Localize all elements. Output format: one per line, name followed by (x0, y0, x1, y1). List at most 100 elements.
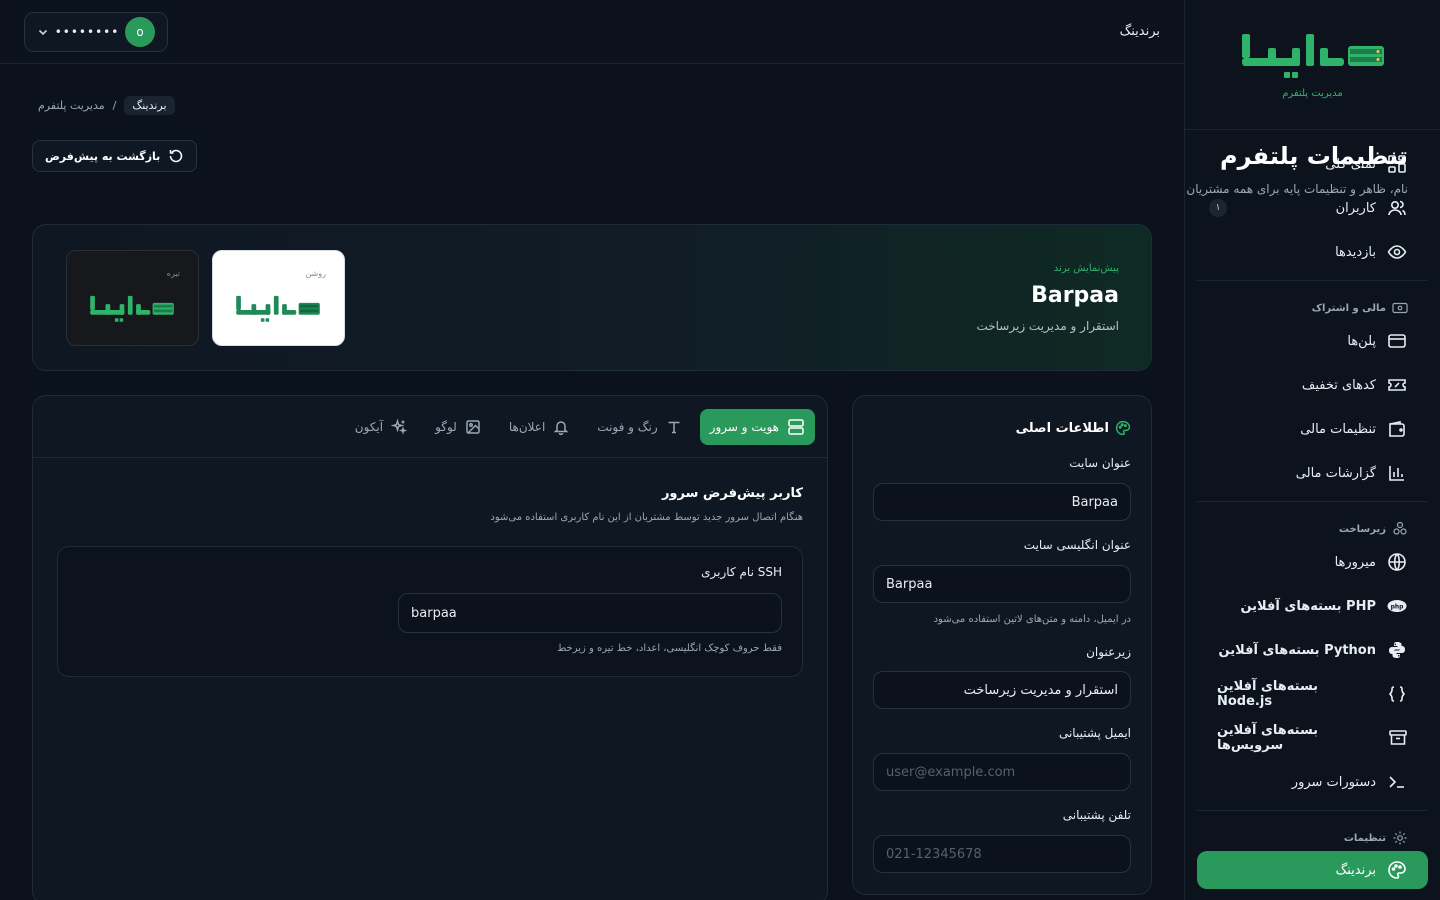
sidebar-item-visits[interactable]: بازدیدها (1197, 230, 1428, 274)
braces-icon (1386, 683, 1408, 705)
sidebar-item-label: گزارشات مالی (1295, 465, 1376, 481)
sparkles-icon (391, 418, 408, 435)
nav-group-finance: مالی و اشتراک (1197, 297, 1428, 319)
sidebar-item-php-packages[interactable]: php بسته‌های آفلاین PHP (1197, 584, 1428, 628)
brand-logo-light (236, 295, 320, 322)
tab-label: رنگ و فونت (597, 419, 658, 434)
user-menu-button[interactable]: •••••••• o (24, 12, 168, 52)
sidebar-item-server-commands[interactable]: دستورات سرور (1197, 760, 1428, 804)
site-en-title-hint: در ایمیل، دامنه و متن‌های لاتین استفاده … (933, 614, 1131, 625)
sidebar-item-label: برندینگ (1335, 862, 1376, 878)
breadcrumb-separator: / (112, 99, 117, 112)
logo-area: مدیریت پلتفرم (1185, 0, 1440, 130)
ticket-icon (1386, 374, 1408, 396)
tab-notifications[interactable]: اعلان‌ها (499, 409, 579, 445)
brand-preview-kicker: پیش‌نمایش برند (1053, 263, 1119, 274)
nav-group-settings: تنظیمات (1197, 827, 1428, 849)
breadcrumb: مدیریت پلتفرم / برندینگ (38, 96, 175, 115)
wallet-icon (1386, 418, 1408, 440)
nav-divider (1197, 501, 1428, 502)
tab-label: هویت و سرور (709, 419, 779, 434)
server-icon (787, 418, 805, 436)
brand-logo (1241, 34, 1384, 78)
sidebar-item-label: تنظیمات مالی (1300, 421, 1376, 437)
tab-logo[interactable]: لوگو (425, 409, 491, 445)
site-title-input[interactable]: Barpaa (873, 483, 1131, 521)
tab-label: لوگو (435, 419, 457, 434)
nav-group-label: مالی و اشتراک (1311, 302, 1386, 314)
subtitle-label: زیرعنوان (1086, 645, 1131, 659)
page-subtitle: نام، ظاهر و تنظیمات پایه برای همه مشتریا… (1186, 182, 1408, 196)
tab-identity-server[interactable]: هویت و سرور (699, 408, 815, 445)
breadcrumb-current: برندینگ (124, 96, 175, 115)
user-name: •••••••• (54, 25, 120, 39)
sidebar-item-python-packages[interactable]: بسته‌های آفلاین Python (1197, 628, 1428, 672)
nav-divider (1197, 280, 1428, 281)
tab-bar: هویت و سرور رنگ و فونت اعلان‌ها لوگو آیک… (33, 396, 827, 458)
gear-icon (1392, 830, 1408, 846)
site-en-title-input[interactable]: Barpaa (873, 565, 1131, 603)
site-title-label: عنوان سایت (1069, 456, 1131, 470)
bell-icon (553, 419, 569, 435)
brand-logo-dark (90, 295, 174, 322)
logo-preview-light: روشن (212, 250, 345, 346)
rotate-ccw-icon (168, 148, 184, 164)
tab-label: آیکون (354, 419, 384, 434)
support-phone-label: تلفن پشتیبانی (1062, 808, 1131, 822)
nav-divider (1197, 810, 1428, 811)
sidebar-item-node-packages[interactable]: بسته‌های آفلاین Node.js (1197, 672, 1428, 716)
sidebar-item-finance-settings[interactable]: تنظیمات مالی (1197, 407, 1428, 451)
sidebar-item-label: بازدیدها (1335, 244, 1376, 260)
money-icon (1392, 302, 1408, 314)
sidebar-item-label: میرورها (1334, 554, 1376, 570)
ssh-username-box: نام کاربری SSH barpaa فقط حروف کوچک انگل… (57, 546, 803, 677)
sidebar-item-plans[interactable]: پلن‌ها (1197, 319, 1428, 363)
support-email-input[interactable]: user@example.com (873, 753, 1131, 791)
chevron-down-icon (37, 26, 49, 38)
sidebar-item-finance-reports[interactable]: گزارشات مالی (1197, 451, 1428, 495)
terminal-icon (1386, 771, 1408, 793)
globe-icon (1386, 551, 1408, 573)
sidebar-item-mirrors[interactable]: میرورها (1197, 540, 1428, 584)
nav-group-label: زیرساخت (1338, 523, 1386, 535)
logo-subtitle: مدیریت پلتفرم (1282, 88, 1343, 99)
php-icon: php (1386, 595, 1408, 617)
tab-label: اعلان‌ها (508, 419, 546, 434)
ssh-username-hint: فقط حروف کوچک انگلیسی، اعداد، خط تیره و … (557, 643, 782, 654)
main-info-title: اطلاعات اصلی (1015, 420, 1109, 436)
type-icon (666, 419, 682, 435)
main-info-heading: اطلاعات اصلی (1016, 420, 1131, 436)
sidebar-item-label: بسته‌های آفلاین PHP (1240, 598, 1376, 614)
tab-icon[interactable]: آیکون (345, 409, 417, 445)
subtitle-input[interactable]: استقرار و مدیریت زیرساخت (873, 671, 1131, 709)
server-user-subtitle: هنگام اتصال سرور جدید توسط مشتریان از ای… (490, 512, 803, 523)
topbar: برندینگ •••••••• o (0, 0, 1184, 64)
brand-preview-card: پیش‌نمایش برند Barpaa استقرار و مدیریت ز… (32, 224, 1152, 371)
eye-icon (1386, 241, 1408, 263)
sidebar-item-service-packages[interactable]: بسته‌های آفلاین سرویس‌ها (1197, 716, 1428, 760)
ssh-username-input[interactable]: barpaa (398, 593, 782, 633)
nav-group-label: تنظیمات (1343, 832, 1386, 844)
brand-description: استقرار و مدیریت زیرساخت (976, 319, 1119, 333)
sidebar-item-branding[interactable]: برندینگ (1197, 851, 1428, 889)
sidebar-item-label: بسته‌های آفلاین سرویس‌ها (1217, 723, 1319, 753)
reset-default-button[interactable]: بازگشت به پیش‌فرض (32, 140, 198, 172)
breadcrumb-root[interactable]: مدیریت پلتفرم (38, 99, 105, 112)
logo-preview-dark: تیره (66, 250, 199, 346)
sidebar-item-label: بسته‌های آفلاین Python (1218, 642, 1377, 658)
topbar-title: برندینگ (1119, 24, 1160, 39)
users-icon (1386, 197, 1408, 219)
support-email-label: ایمیل پشتیبانی (1058, 726, 1131, 740)
svg-text:php: php (1391, 603, 1405, 610)
tab-color-font[interactable]: رنگ و فونت (587, 409, 691, 445)
support-phone-input[interactable]: 021-12345678 (873, 835, 1131, 873)
image-icon (465, 419, 481, 435)
ssh-username-label: نام کاربری SSH (701, 565, 782, 579)
brand-name: Barpaa (1031, 283, 1119, 308)
sidebar: مدیریت پلتفرم نمای کلی کاربران ۱ بازدیده… (1184, 0, 1440, 900)
sidebar-item-discounts[interactable]: کدهای تخفیف (1197, 363, 1428, 407)
sidebar-item-label: پلن‌ها (1347, 333, 1376, 349)
users-count-badge: ۱ (1209, 199, 1227, 217)
sidebar-item-label: دستورات سرور (1291, 774, 1376, 790)
avatar: o (125, 17, 155, 47)
